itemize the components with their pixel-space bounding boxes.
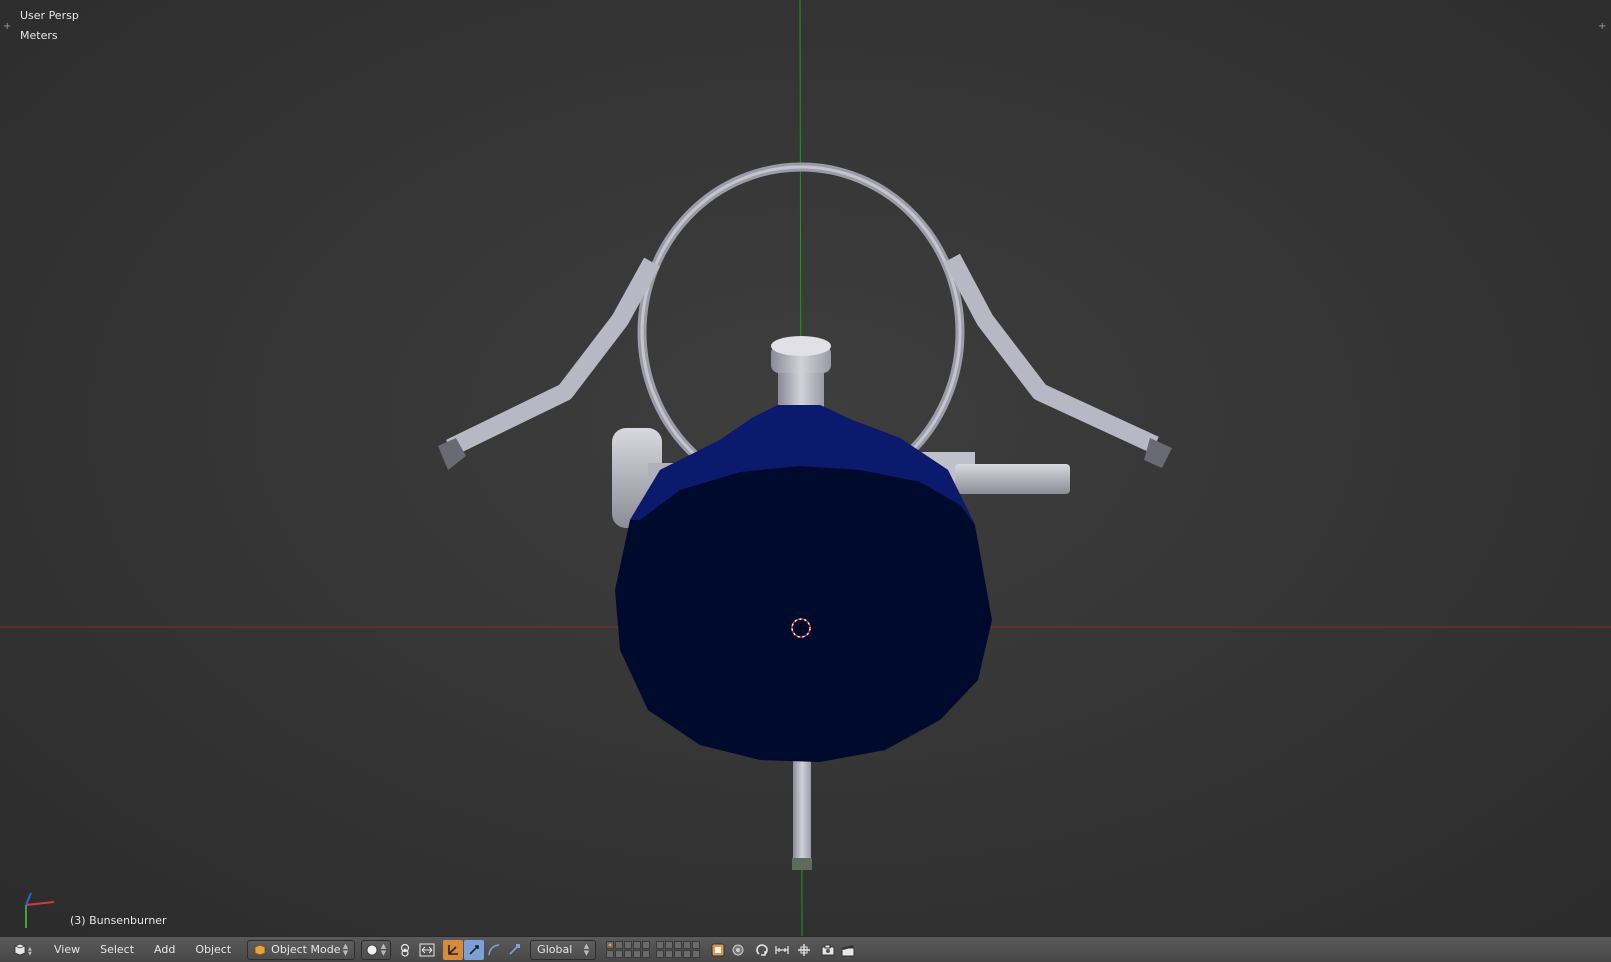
dropdown-arrows-icon: ▲ ▼ <box>583 941 590 957</box>
3d-viewport[interactable]: User Persp Meters (3) Bunsenburner + + <box>0 0 1611 936</box>
layer-13[interactable] <box>624 950 633 958</box>
layer-15[interactable] <box>642 950 651 958</box>
proportional-edit-button[interactable] <box>728 940 748 960</box>
layer-2[interactable] <box>615 941 624 949</box>
snap-increment-icon <box>775 945 789 954</box>
layer-7[interactable] <box>665 941 674 949</box>
snap-element-button[interactable] <box>772 940 792 960</box>
layer-11[interactable] <box>606 950 615 958</box>
layer-14[interactable] <box>633 950 642 958</box>
split-corner-top-left-icon[interactable]: + <box>3 21 11 32</box>
snap-toggle-button[interactable] <box>752 940 772 960</box>
layer-20[interactable] <box>692 950 701 958</box>
right-arm <box>944 253 1159 454</box>
arc-icon <box>488 943 500 955</box>
left-arm <box>446 257 660 457</box>
scale-arrow-icon <box>509 943 521 955</box>
dropdown-arrows-icon: ▲ ▼ <box>342 941 349 957</box>
manipulator-extra-button[interactable] <box>504 940 524 960</box>
lock-layers-button[interactable] <box>708 940 728 960</box>
rotate-icon <box>469 944 479 955</box>
proportional-edit-icon <box>732 944 744 955</box>
view-name-label: User Persp <box>20 9 79 22</box>
layer-4[interactable] <box>633 941 642 949</box>
layer-19[interactable] <box>683 950 692 958</box>
viewport-shading-dropdown[interactable]: ▲ ▼ <box>361 939 392 960</box>
base-leg <box>793 745 811 870</box>
orientation-label: Global <box>537 943 573 956</box>
layer-12[interactable] <box>615 950 624 958</box>
rotate-manipulator-button[interactable] <box>464 939 485 960</box>
menu-select[interactable]: Select <box>90 940 144 960</box>
manipulator-toggle-button[interactable] <box>417 940 437 960</box>
translate-icon <box>448 944 459 955</box>
layers-grid-2[interactable] <box>656 941 701 958</box>
layer-lock-icon <box>711 943 725 956</box>
clapperboard-icon <box>841 944 855 956</box>
render-still-button[interactable] <box>818 940 838 960</box>
object-mode-cube-icon <box>254 944 266 955</box>
editor-type-button[interactable]: ▲ ▼ <box>8 940 38 960</box>
solid-shading-icon <box>366 944 378 955</box>
mode-dropdown[interactable]: Object Mode ▲ ▼ <box>247 939 356 960</box>
viewport-header: ▲ ▼ View Select Add Object Object Mode ▲… <box>0 936 1611 962</box>
pivot-point-button[interactable] <box>397 940 417 960</box>
render-animation-button[interactable] <box>838 940 858 960</box>
menu-add[interactable]: Add <box>144 940 185 960</box>
dropdown-arrows-icon: ▲ ▼ <box>380 941 387 957</box>
camera-icon <box>821 944 835 955</box>
scale-manipulator-button[interactable] <box>484 940 504 960</box>
scene-canvas[interactable] <box>0 0 1611 936</box>
transform-orientation-dropdown[interactable]: Global ▲ ▼ <box>530 939 597 960</box>
axis-gizmo-icon <box>25 892 55 928</box>
mode-label: Object Mode <box>271 943 341 956</box>
layer-10[interactable] <box>692 941 701 949</box>
translate-manipulator-button[interactable] <box>443 939 464 960</box>
snap-target-icon <box>798 943 811 956</box>
layer-16[interactable] <box>656 950 665 958</box>
menu-view[interactable]: View <box>44 940 90 960</box>
units-label: Meters <box>20 29 58 42</box>
layer-5[interactable] <box>642 941 651 949</box>
magnet-icon <box>756 943 768 956</box>
layers-grid-1[interactable] <box>606 941 651 958</box>
menu-object[interactable]: Object <box>185 940 241 960</box>
active-object-label: (3) Bunsenburner <box>70 914 167 927</box>
svg-text:▼: ▼ <box>28 951 32 957</box>
layer-3[interactable] <box>624 941 633 949</box>
split-corner-top-right-icon[interactable]: + <box>1598 21 1606 32</box>
layer-8[interactable] <box>674 941 683 949</box>
pivot-icon <box>401 943 410 957</box>
manipulator-icon <box>419 943 435 956</box>
layer-6[interactable] <box>656 941 665 949</box>
snap-target-button[interactable] <box>794 940 814 960</box>
layer-1[interactable] <box>606 941 615 949</box>
layer-18[interactable] <box>674 950 683 958</box>
layer-9[interactable] <box>683 941 692 949</box>
cube-icon: ▲ ▼ <box>14 943 32 957</box>
layer-17[interactable] <box>665 950 674 958</box>
